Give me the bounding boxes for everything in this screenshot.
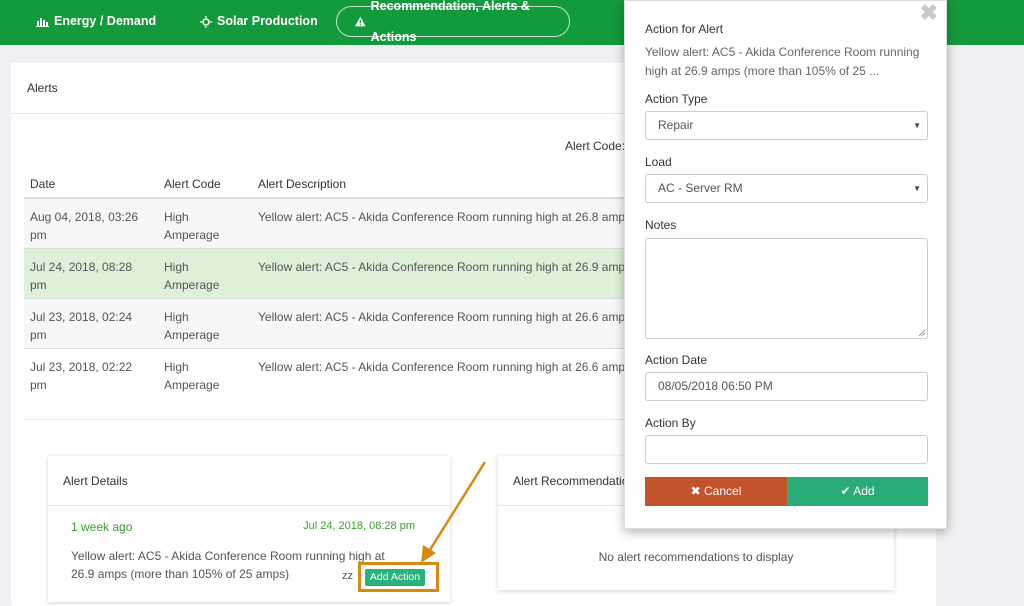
dialog-alert-summary: Yellow alert: AC5 - Akida Conference Roo… bbox=[645, 45, 920, 78]
action-date-value: 08/05/2018 06:50 PM bbox=[658, 379, 773, 393]
snooze-glyph: zz bbox=[342, 570, 353, 582]
nav-label: Solar Production bbox=[217, 14, 318, 28]
dialog-title: Action for Alert bbox=[645, 22, 724, 36]
alerts-title: Alerts bbox=[27, 81, 58, 95]
action-date-label: Action Date bbox=[645, 353, 708, 367]
add-label: Add bbox=[853, 484, 875, 498]
cancel-button[interactable]: ✖ Cancel bbox=[645, 477, 787, 506]
nav-solar-production[interactable]: Solar Production bbox=[186, 6, 332, 37]
bar-chart-icon bbox=[36, 18, 49, 27]
warning-icon bbox=[355, 16, 366, 27]
alert-date: Jul 24, 2018, 08:28 pm bbox=[303, 520, 415, 532]
column-header-alert-code[interactable]: Alert Code bbox=[158, 170, 252, 199]
load-value: AC - Server RM bbox=[658, 181, 743, 195]
column-header-date[interactable]: Date bbox=[24, 170, 158, 199]
table-row-selected[interactable]: Jul 24, 2018, 08:28 pm High Amperage Yel… bbox=[24, 247, 724, 298]
chevron-down-icon: ▼ bbox=[913, 184, 921, 193]
nav-recommendation-alerts-actions[interactable]: Recommendation, Alerts & Actions bbox=[336, 0, 570, 44]
sun-icon bbox=[200, 15, 212, 28]
action-date-input[interactable]: 08/05/2018 06:50 PM bbox=[645, 372, 928, 401]
alert-code-filter-label: Alert Code: bbox=[565, 139, 626, 153]
action-type-label: Action Type bbox=[645, 92, 708, 106]
add-button[interactable]: ✔ Add bbox=[787, 477, 928, 506]
alert-recommendations-title: Alert Recommendations bbox=[513, 474, 642, 488]
table-row[interactable]: Jul 23, 2018, 02:24 pm High Amperage Yel… bbox=[24, 297, 724, 348]
snooze-icon[interactable]: zz bbox=[342, 570, 353, 582]
relative-time: 1 week ago bbox=[71, 520, 133, 534]
check-icon: ✔ bbox=[840, 484, 851, 498]
cell-alert-code: High Amperage bbox=[158, 347, 252, 398]
add-action-button[interactable]: Add Action bbox=[365, 569, 425, 586]
cell-date: Jul 23, 2018, 02:24 pm bbox=[24, 297, 158, 348]
action-type-select[interactable]: Repair ▼ bbox=[645, 111, 928, 140]
alerts-table: Date Alert Code Alert Description Aug 04… bbox=[24, 170, 724, 398]
resize-grip-icon[interactable] bbox=[918, 329, 926, 337]
action-by-input[interactable] bbox=[645, 435, 928, 464]
table-row[interactable]: Aug 04, 2018, 03:26 pm High Amperage Yel… bbox=[24, 197, 724, 248]
nav-label: Recommendation, Alerts & Actions bbox=[370, 0, 530, 44]
chevron-down-icon: ▼ bbox=[913, 121, 921, 130]
action-by-label: Action By bbox=[645, 416, 696, 430]
notes-label: Notes bbox=[645, 218, 677, 232]
alert-details-header: Alert Details bbox=[48, 456, 450, 506]
nav-energy-demand[interactable]: Energy / Demand bbox=[22, 6, 170, 37]
cancel-label: Cancel bbox=[704, 484, 742, 498]
action-for-alert-dialog: ✖ Action for Alert Yellow alert: AC5 - A… bbox=[624, 0, 947, 529]
cell-date: Jul 24, 2018, 08:28 pm bbox=[24, 247, 158, 298]
cell-alert-code: High Amperage bbox=[158, 247, 252, 298]
alert-details-card: Alert Details 1 week ago Jul 24, 2018, 0… bbox=[48, 456, 450, 602]
close-icon: ✖ bbox=[690, 484, 701, 498]
cell-date: Jul 23, 2018, 02:22 pm bbox=[24, 347, 158, 398]
load-label: Load bbox=[645, 155, 672, 169]
nav-label: Energy / Demand bbox=[54, 14, 157, 28]
add-action-highlight: Add Action bbox=[358, 562, 439, 592]
action-type-value: Repair bbox=[658, 118, 694, 132]
cell-alert-code: High Amperage bbox=[158, 197, 252, 248]
notes-textarea[interactable] bbox=[645, 238, 928, 339]
alert-details-title: Alert Details bbox=[63, 474, 128, 488]
load-select[interactable]: AC - Server RM ▼ bbox=[645, 174, 928, 203]
cell-alert-code: High Amperage bbox=[158, 297, 252, 348]
close-icon[interactable]: ✖ bbox=[920, 2, 938, 24]
table-row[interactable]: Jul 23, 2018, 02:22 pm High Amperage Yel… bbox=[24, 347, 724, 398]
cell-date: Aug 04, 2018, 03:26 pm bbox=[24, 197, 158, 248]
empty-recommendations-message: No alert recommendations to display bbox=[598, 550, 794, 564]
